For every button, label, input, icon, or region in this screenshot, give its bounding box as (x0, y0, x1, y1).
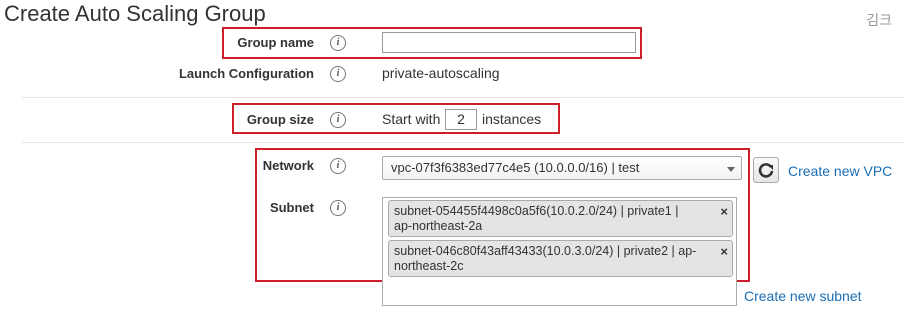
subnet-chip-line1: subnet-054455f4498c0a5f6(10.0.2.0/24) | … (394, 204, 679, 218)
launch-configuration-info-icon[interactable]: i (330, 66, 346, 82)
launch-configuration-value: private-autoscaling (382, 65, 500, 81)
subnet-chip: subnet-054455f4498c0a5f6(10.0.2.0/24) | … (388, 200, 733, 237)
group-size-label: Group size (246, 112, 314, 127)
chevron-down-icon (727, 167, 735, 172)
network-selected-value: vpc-07f3f6383ed77c4e5 (10.0.0.0/16) | te… (391, 160, 640, 175)
group-size-info-icon[interactable]: i (330, 112, 346, 128)
group-size-prefix: Start with (382, 111, 441, 127)
subnet-label: Subnet (269, 200, 314, 215)
refresh-button[interactable] (753, 157, 779, 183)
group-name-label: Group name (237, 35, 314, 50)
divider (22, 142, 904, 143)
create-new-vpc-link[interactable]: Create new VPC (788, 163, 892, 179)
subnet-info-icon[interactable]: i (330, 200, 346, 216)
group-name-info-icon[interactable]: i (330, 35, 346, 51)
network-label: Network (262, 158, 314, 173)
create-new-subnet-link[interactable]: Create new subnet (744, 288, 862, 304)
corner-text: 김크 (866, 12, 892, 28)
group-name-input[interactable] (382, 32, 636, 53)
remove-icon[interactable]: × (720, 204, 728, 219)
network-info-icon[interactable]: i (330, 158, 346, 174)
network-select[interactable]: vpc-07f3f6383ed77c4e5 (10.0.0.0/16) | te… (382, 156, 742, 180)
subnet-chip-line2: northeast-2c (394, 259, 464, 273)
refresh-icon (758, 163, 774, 178)
subnet-chip-line2: ap-northeast-2a (394, 219, 483, 233)
remove-icon[interactable]: × (720, 244, 728, 259)
divider (22, 97, 904, 98)
subnet-chip-line1: subnet-046c80f43aff43433(10.0.3.0/24) | … (394, 244, 697, 258)
subnet-chip: subnet-046c80f43aff43433(10.0.3.0/24) | … (388, 240, 733, 277)
page-title: Create Auto Scaling Group (4, 1, 266, 26)
launch-configuration-label: Launch Configuration (178, 66, 314, 81)
group-size-input[interactable]: 2 (445, 109, 477, 130)
group-size-suffix: instances (482, 111, 542, 127)
